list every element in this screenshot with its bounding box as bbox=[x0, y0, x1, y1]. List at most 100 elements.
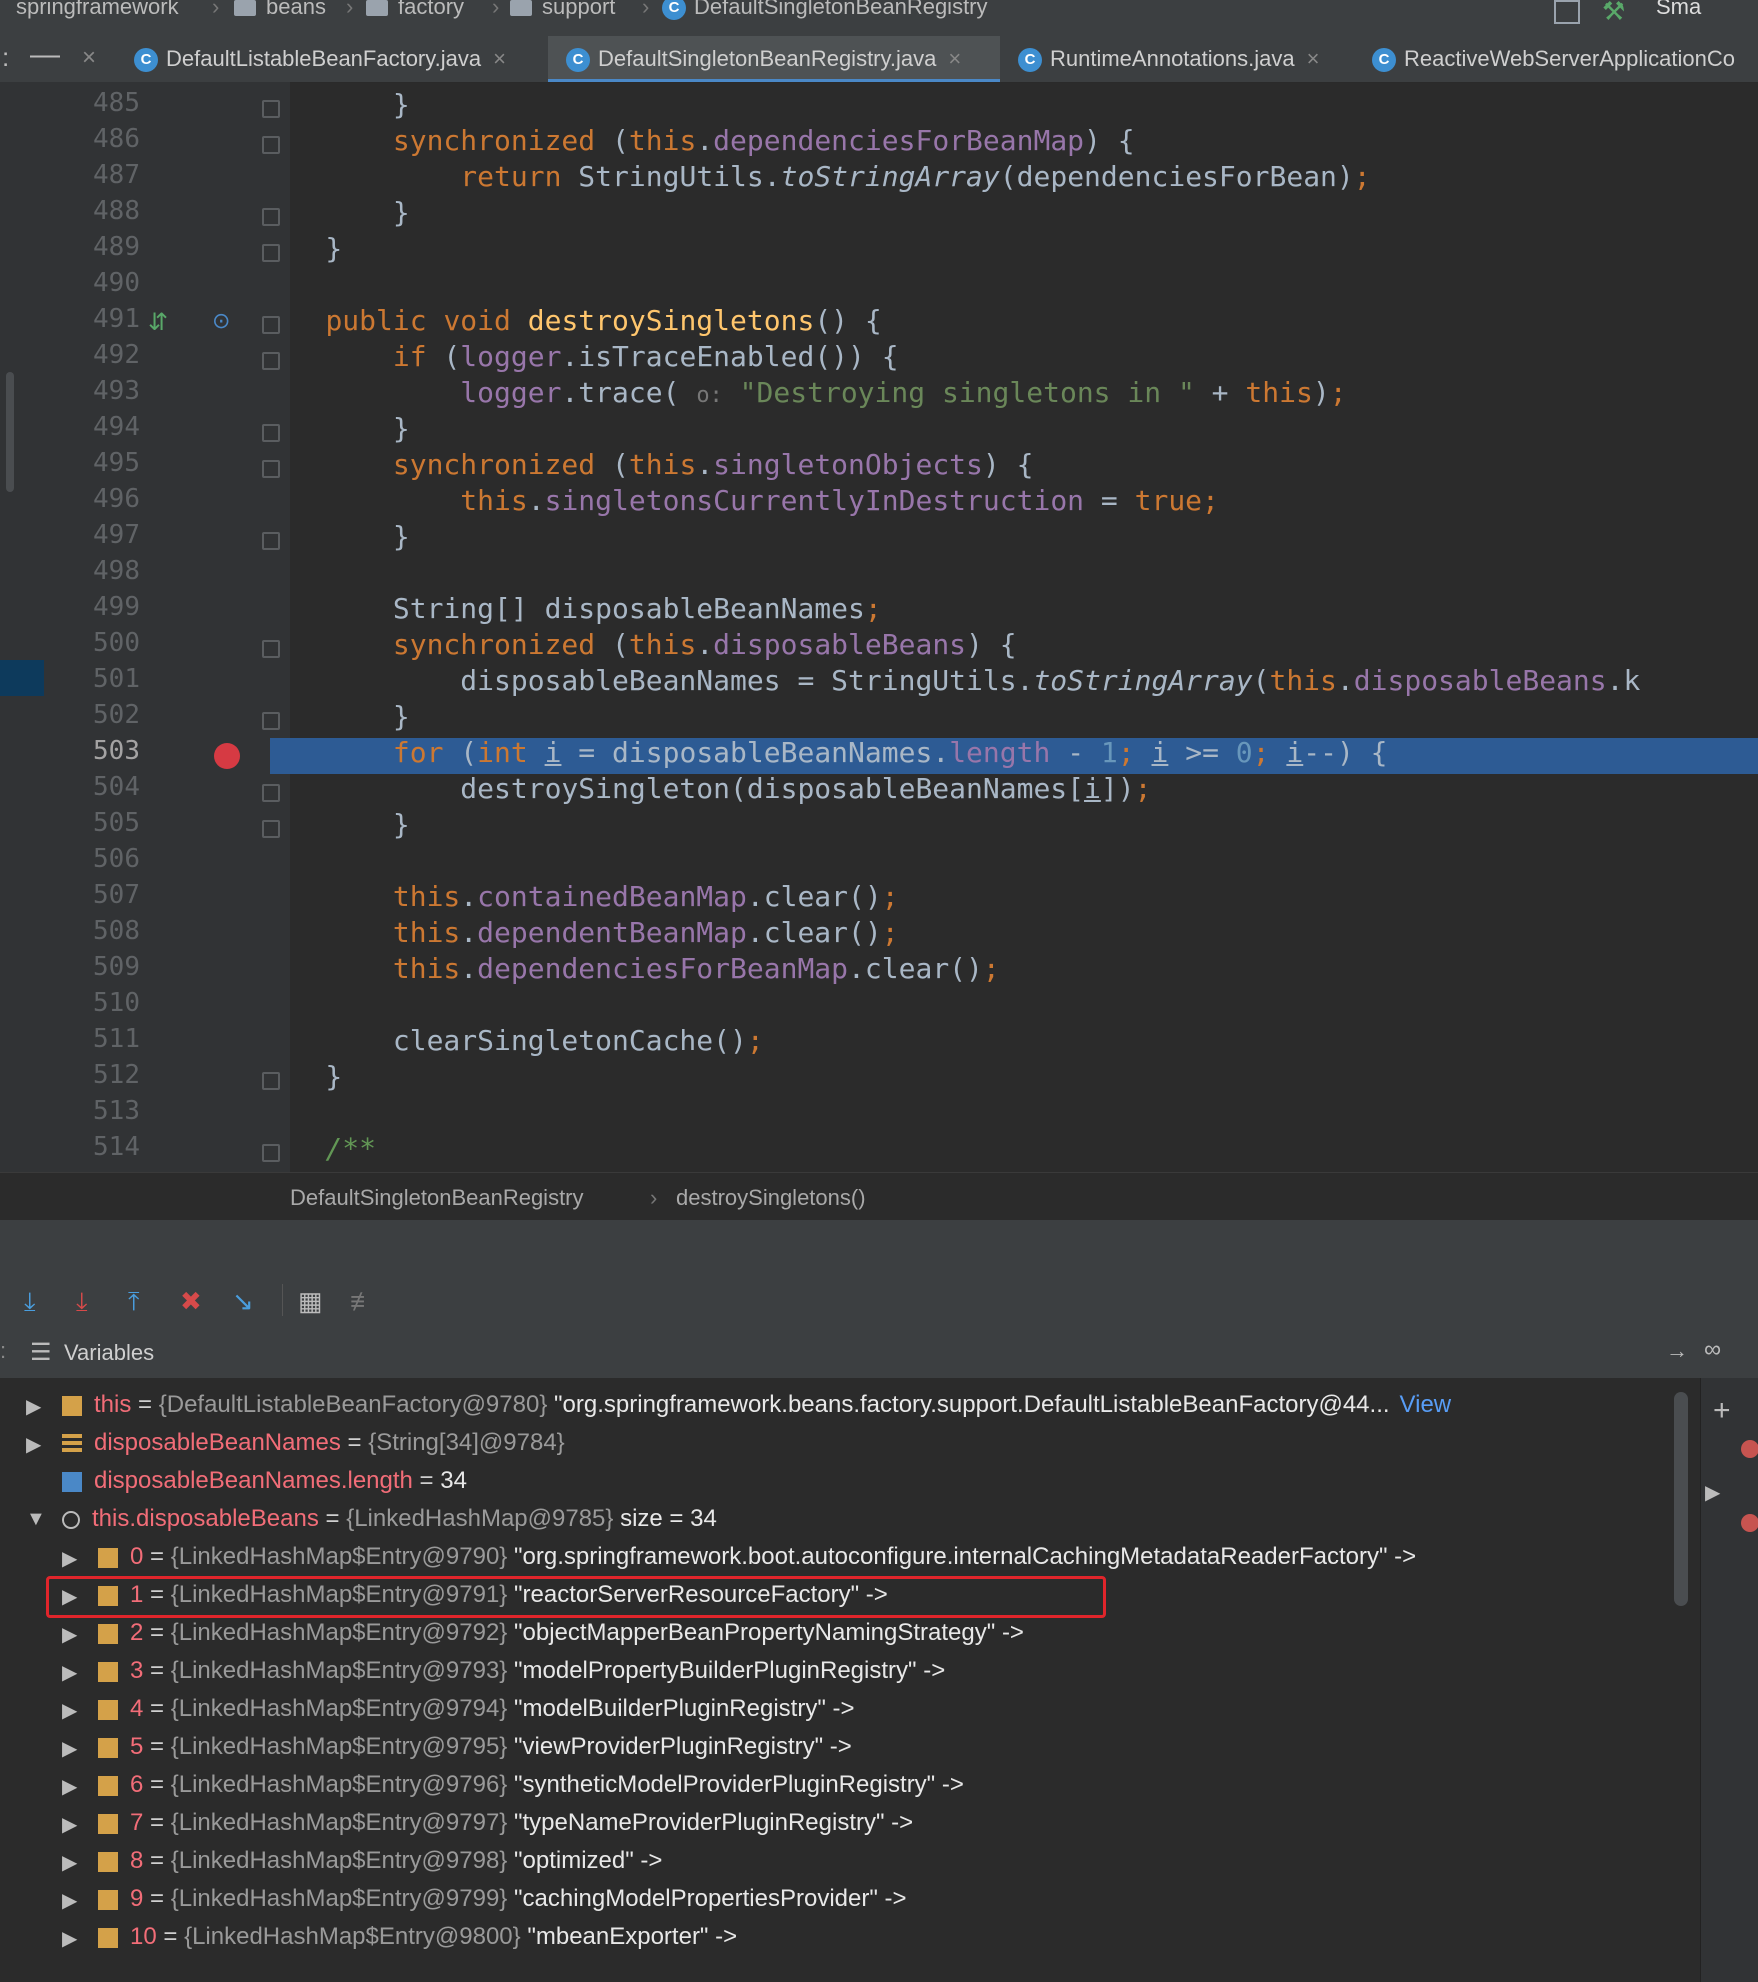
expand-arrow-icon[interactable]: ▶ bbox=[62, 1622, 77, 1647]
tab-menu-icon[interactable]: : bbox=[2, 42, 9, 73]
code-line[interactable]: disposableBeanNames = StringUtils.toStri… bbox=[258, 664, 1640, 700]
variables-scrollbar[interactable] bbox=[1674, 1392, 1688, 1606]
line-number[interactable]: 494 bbox=[60, 412, 140, 442]
close-tab-icon[interactable]: × bbox=[493, 46, 506, 71]
variable-row[interactable]: 7 = {LinkedHashMap$Entry@9797} "typeName… bbox=[98, 1804, 913, 1842]
build-hammer-icon[interactable]: ⚒ bbox=[1602, 0, 1625, 27]
line-number[interactable]: 498 bbox=[60, 556, 140, 586]
variable-row[interactable]: disposableBeanNames.length = 34 bbox=[62, 1462, 467, 1500]
line-number[interactable]: 508 bbox=[60, 916, 140, 946]
close-tab-icon[interactable]: × bbox=[1307, 46, 1320, 71]
line-number[interactable]: 499 bbox=[60, 592, 140, 622]
variable-row[interactable]: disposableBeanNames = {String[34]@9784} bbox=[62, 1424, 565, 1462]
trace-stream-icon[interactable]: ≢ bbox=[350, 1286, 376, 1317]
code-line[interactable]: String[] disposableBeanNames; bbox=[258, 592, 882, 628]
variable-row[interactable]: 4 = {LinkedHashMap$Entry@9794} "modelBui… bbox=[98, 1690, 855, 1728]
line-number[interactable]: 509 bbox=[60, 952, 140, 982]
view-link[interactable]: View bbox=[1400, 1391, 1452, 1418]
fold-marker-icon[interactable] bbox=[262, 640, 280, 658]
expand-arrow-icon[interactable]: ▶ bbox=[62, 1888, 77, 1913]
override-marker-icon[interactable]: ⇵ bbox=[148, 308, 168, 337]
code-line[interactable]: logger.trace( o: "Destroying singletons … bbox=[258, 376, 1346, 412]
line-number[interactable]: 505 bbox=[60, 808, 140, 838]
collapse-arrow-icon[interactable]: ▼ bbox=[26, 1508, 46, 1531]
run-to-cursor-icon[interactable]: ↘ bbox=[232, 1286, 254, 1317]
line-number[interactable]: 497 bbox=[60, 520, 140, 550]
watches-icon[interactable]: ∞ bbox=[1704, 1336, 1721, 1364]
variable-row[interactable]: this.disposableBeans = {LinkedHashMap@97… bbox=[62, 1500, 717, 1538]
code-line[interactable]: } bbox=[258, 196, 410, 232]
line-number[interactable]: 500 bbox=[60, 628, 140, 658]
fold-marker-icon[interactable] bbox=[262, 136, 280, 154]
fold-marker-icon[interactable] bbox=[262, 208, 280, 226]
line-number[interactable]: 506 bbox=[60, 844, 140, 874]
line-number[interactable]: 507 bbox=[60, 880, 140, 910]
line-number[interactable]: 490 bbox=[60, 268, 140, 298]
line-number[interactable]: 514 bbox=[60, 1132, 140, 1162]
fold-marker-icon[interactable] bbox=[262, 712, 280, 730]
force-step-into-icon[interactable]: ⤓ bbox=[76, 1286, 88, 1318]
variable-row[interactable]: 10 = {LinkedHashMap$Entry@9800} "mbeanEx… bbox=[98, 1918, 737, 1956]
tab-defaultlistablebeanfactory[interactable]: C DefaultListableBeanFactory.java × bbox=[134, 36, 544, 82]
breadcrumb-item-beans[interactable]: beans bbox=[234, 0, 326, 20]
code-line[interactable]: this.dependenciesForBeanMap.clear(); bbox=[258, 952, 1000, 988]
expand-arrow-icon[interactable]: ▶ bbox=[62, 1812, 77, 1837]
restore-layout-icon[interactable]: → bbox=[1666, 1338, 1688, 1364]
code-line[interactable]: synchronized (this.disposableBeans) { bbox=[258, 628, 1017, 664]
code-line[interactable]: this.singletonsCurrentlyInDestruction = … bbox=[258, 484, 1219, 520]
line-number[interactable]: 485 bbox=[60, 88, 140, 118]
editor-breadcrumb-class[interactable]: DefaultSingletonBeanRegistry bbox=[290, 1185, 584, 1211]
fold-marker-icon[interactable] bbox=[262, 460, 280, 478]
close-tab-icon[interactable]: × bbox=[948, 46, 961, 71]
variable-row[interactable]: 6 = {LinkedHashMap$Entry@9796} "syntheti… bbox=[98, 1766, 964, 1804]
fold-marker-icon[interactable] bbox=[262, 1144, 280, 1162]
fold-marker-icon[interactable] bbox=[262, 424, 280, 442]
line-number[interactable]: 510 bbox=[60, 988, 140, 1018]
breadcrumb-item-class[interactable]: C DefaultSingletonBeanRegistry bbox=[662, 0, 988, 21]
code-line[interactable]: } bbox=[258, 520, 410, 556]
expand-arrow-icon[interactable]: ▶ bbox=[62, 1926, 77, 1951]
breadcrumb-item-springframework[interactable]: springframework bbox=[16, 0, 179, 20]
expand-arrow-icon[interactable]: ▶ bbox=[26, 1432, 41, 1457]
variable-row[interactable]: 3 = {LinkedHashMap$Entry@9793} "modelPro… bbox=[98, 1652, 945, 1690]
fold-marker-icon[interactable] bbox=[262, 316, 280, 334]
line-number[interactable]: 503 bbox=[60, 736, 140, 766]
fold-marker-icon[interactable] bbox=[262, 352, 280, 370]
method-breakpoint-icon[interactable]: ⊙ bbox=[212, 308, 230, 334]
variable-row[interactable]: 5 = {LinkedHashMap$Entry@9795} "viewProv… bbox=[98, 1728, 852, 1766]
fold-marker-icon[interactable] bbox=[262, 1072, 280, 1090]
close-icon[interactable]: × bbox=[82, 44, 96, 72]
variable-row[interactable]: 9 = {LinkedHashMap$Entry@9799} "cachingM… bbox=[98, 1880, 907, 1918]
code-line[interactable]: return StringUtils.toStringArray(depende… bbox=[258, 160, 1370, 196]
code-line[interactable]: for (int i = disposableBeanNames.length … bbox=[258, 736, 1388, 772]
expand-arrow-icon[interactable]: ▶ bbox=[62, 1660, 77, 1685]
line-number[interactable]: 501 bbox=[60, 664, 140, 694]
line-number[interactable]: 487 bbox=[60, 160, 140, 190]
expand-arrow-icon[interactable]: ▶ bbox=[62, 1774, 77, 1799]
tab-reactivewebserverapplication[interactable]: C ReactiveWebServerApplicationCo bbox=[1372, 36, 1758, 82]
add-watch-icon[interactable]: + bbox=[1713, 1394, 1731, 1428]
code-line[interactable]: } bbox=[258, 88, 410, 124]
drop-frame-icon[interactable]: ✖ bbox=[180, 1286, 202, 1317]
breakpoint-icon[interactable] bbox=[214, 743, 240, 769]
run-config-selector[interactable]: Sma bbox=[1656, 0, 1701, 20]
variable-row[interactable]: 2 = {LinkedHashMap$Entry@9792} "objectMa… bbox=[98, 1614, 1024, 1652]
expand-arrow-icon[interactable]: ▶ bbox=[26, 1394, 41, 1419]
expand-arrow-icon[interactable]: ▶ bbox=[62, 1736, 77, 1761]
expand-arrow-icon[interactable]: ▶ bbox=[1705, 1480, 1720, 1505]
line-number[interactable]: 496 bbox=[60, 484, 140, 514]
step-out-icon[interactable]: ⤒ bbox=[128, 1286, 140, 1318]
line-number[interactable]: 486 bbox=[60, 124, 140, 154]
code-line[interactable]: clearSingletonCache(); bbox=[258, 1024, 764, 1060]
fold-marker-icon[interactable] bbox=[262, 244, 280, 262]
line-number[interactable]: 502 bbox=[60, 700, 140, 730]
tab-runtimeannotations[interactable]: C RuntimeAnnotations.java × bbox=[1018, 36, 1358, 82]
line-number[interactable]: 492 bbox=[60, 340, 140, 370]
line-number[interactable]: 511 bbox=[60, 1024, 140, 1054]
line-number[interactable]: 489 bbox=[60, 232, 140, 262]
minimize-icon[interactable]: — bbox=[30, 38, 60, 72]
tab-defaultsingletonbeanregistry[interactable]: C DefaultSingletonBeanRegistry.java × bbox=[548, 36, 1000, 82]
run-config-icon[interactable] bbox=[1554, 0, 1580, 24]
line-number[interactable]: 513 bbox=[60, 1096, 140, 1126]
code-line[interactable]: this.dependentBeanMap.clear(); bbox=[258, 916, 899, 952]
